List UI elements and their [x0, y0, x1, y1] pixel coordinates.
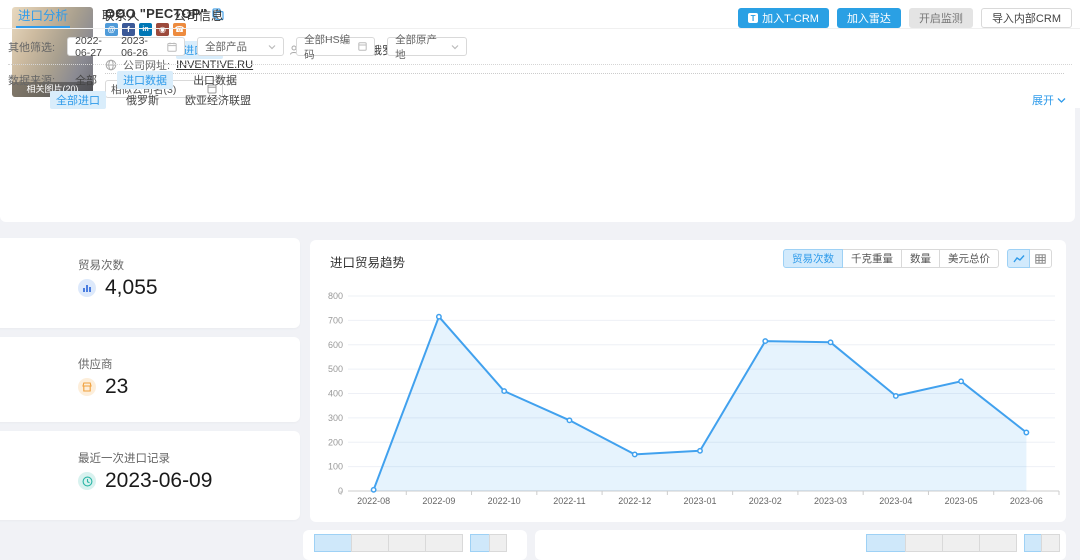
- date-end: 2023-06-26: [121, 35, 161, 59]
- svg-text:600: 600: [328, 340, 343, 350]
- calendar-icon: [167, 42, 177, 52]
- svg-text:2022-09: 2022-09: [422, 496, 455, 506]
- sub-eaeu[interactable]: 欧亚经济联盟: [179, 91, 257, 109]
- trend-chart[interactable]: 0 100 200 300 400 500 600 700 800 2022-08 2022-09 2…: [310, 240, 1066, 522]
- date-start: 2022-06-27: [75, 35, 115, 59]
- chevron-down-icon: [268, 44, 276, 50]
- chevron-down-icon: [451, 44, 459, 50]
- sub-russia[interactable]: 俄罗斯: [120, 91, 165, 109]
- chevron-down-icon: [1057, 97, 1066, 104]
- svg-text:200: 200: [328, 437, 343, 447]
- website-link[interactable]: INVENTIVE.RU: [176, 59, 253, 71]
- header-divider: [105, 73, 1064, 74]
- stat-card-trade-count: 贸易次数 4,055: [0, 238, 300, 328]
- stat-card-suppliers: 供应商 23: [0, 337, 300, 422]
- bottom-left-card: [303, 530, 527, 560]
- line-chart-icon[interactable]: [1007, 249, 1030, 268]
- shop-icon: [78, 378, 96, 396]
- bottom-right-card: [535, 530, 1066, 560]
- svg-text:2022-11: 2022-11: [553, 496, 585, 506]
- analysis-panel: 进口分析 联系人 公司信息 其他筛选: 2022-06-27 2023-06-2…: [0, 108, 1075, 222]
- svg-text:2023-05: 2023-05: [945, 496, 978, 506]
- tab-contacts[interactable]: 联系人: [102, 0, 140, 28]
- svg-text:2023-01: 2023-01: [683, 496, 716, 506]
- date-range-picker[interactable]: 2022-06-27 2023-06-26: [67, 37, 185, 56]
- svg-text:100: 100: [328, 462, 343, 472]
- product-select[interactable]: 全部产品: [197, 37, 284, 56]
- globe-icon: [105, 59, 117, 71]
- svg-text:2023-04: 2023-04: [879, 496, 912, 506]
- svg-text:2023-03: 2023-03: [814, 496, 847, 506]
- stat-value: 4,055: [105, 276, 158, 300]
- svg-text:2022-08: 2022-08: [357, 496, 390, 506]
- stat-label: 供应商: [78, 356, 113, 372]
- svg-text:500: 500: [328, 364, 343, 374]
- svg-text:2023-06: 2023-06: [1010, 496, 1043, 506]
- tab-bar: 进口分析 联系人 公司信息: [0, 0, 1080, 29]
- stat-value: 2023-06-09: [105, 469, 212, 493]
- svg-text:700: 700: [328, 315, 343, 325]
- svg-text:2023-02: 2023-02: [749, 496, 782, 506]
- source-import[interactable]: 进口数据: [117, 71, 173, 89]
- data-source-label: 数据来源:: [8, 72, 55, 88]
- tab-company-info[interactable]: 公司信息: [174, 0, 224, 28]
- svg-text:2022-10: 2022-10: [488, 496, 521, 506]
- hs-code-select[interactable]: 全部HS编码: [296, 37, 375, 56]
- svg-text:400: 400: [328, 389, 343, 399]
- tab-import-analysis[interactable]: 进口分析: [18, 0, 68, 28]
- svg-text:300: 300: [328, 413, 343, 423]
- svg-text:800: 800: [328, 291, 343, 301]
- bar-chart-icon: [78, 279, 96, 297]
- filter-divider: [8, 64, 1072, 65]
- metric-trade-count[interactable]: 贸易次数: [783, 249, 843, 268]
- source-export[interactable]: 出口数据: [187, 71, 243, 89]
- svg-text:0: 0: [338, 486, 343, 496]
- stat-label: 最近一次进口记录: [78, 450, 170, 466]
- sub-all-import[interactable]: 全部进口: [50, 91, 106, 109]
- svg-text:2022-12: 2022-12: [618, 496, 651, 506]
- trend-chart-card: 进口贸易趋势 贸易次数 千克重量 数量 美元总价 010020030040050…: [310, 240, 1066, 522]
- stat-label: 贸易次数: [78, 257, 124, 273]
- expand-link[interactable]: 展开: [1032, 92, 1066, 108]
- origin-select[interactable]: 全部原产地: [387, 37, 467, 56]
- other-filter-label: 其他筛选:: [8, 39, 55, 55]
- stat-card-last-import: 最近一次进口记录 2023-06-09: [0, 431, 300, 520]
- source-all[interactable]: 全部: [69, 71, 103, 89]
- list-icon: [358, 42, 367, 51]
- stat-value: 23: [105, 375, 128, 399]
- clock-icon: [78, 472, 96, 490]
